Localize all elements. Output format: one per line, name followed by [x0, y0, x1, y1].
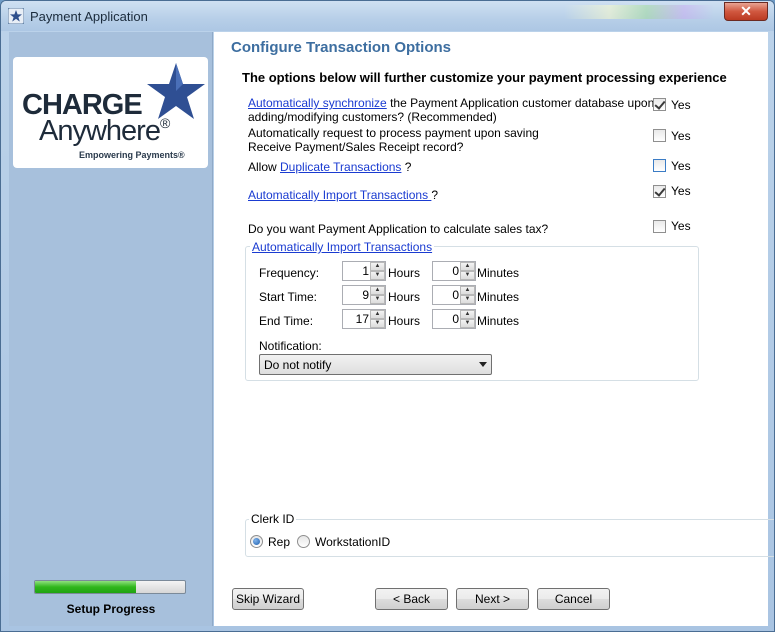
- window-title: Payment Application: [30, 9, 148, 24]
- import-option-text: Automatically Import Transactions ?: [248, 188, 438, 202]
- import-checkbox[interactable]: [653, 185, 666, 198]
- autopay-option-text: Automatically request to process payment…: [248, 126, 539, 154]
- logo-tagline: Empowering Payments®: [79, 150, 185, 160]
- duplicate-suffix: ?: [401, 160, 412, 174]
- frequency-minutes-stepper[interactable]: 0 ▲ ▼: [432, 261, 476, 281]
- notification-select[interactable]: Do not notify: [259, 354, 492, 375]
- frequency-minutes-unit: Minutes: [477, 266, 520, 280]
- main-panel: Configure Transaction Options The option…: [214, 32, 774, 626]
- logo-anywhere-word: Anywhere: [39, 115, 161, 147]
- import-group-legend[interactable]: Automatically Import Transactions: [250, 240, 435, 254]
- setup-progress-bar: [34, 580, 186, 594]
- title-bar[interactable]: Payment Application ✕: [1, 1, 774, 31]
- end-minutes-unit: Minutes: [477, 314, 520, 328]
- notification-label: Notification:: [259, 339, 322, 353]
- spin-down-icon[interactable]: ▼: [460, 271, 475, 280]
- spin-up-icon[interactable]: ▲: [370, 310, 385, 319]
- setup-progress-label: Setup Progress: [66, 602, 156, 616]
- close-button[interactable]: ✕: [724, 2, 768, 21]
- logo-star-icon: [147, 63, 205, 119]
- page-subtitle: The options below will further customize…: [242, 70, 727, 85]
- duplicate-transactions-link[interactable]: Duplicate Transactions: [280, 160, 401, 174]
- import-yes-label: Yes: [671, 184, 691, 198]
- charge-anywhere-logo: CHARGE Anywhere® Empowering Payments®: [13, 57, 208, 168]
- end-minutes-stepper[interactable]: 0 ▲ ▼: [432, 309, 476, 329]
- spin-up-icon[interactable]: ▲: [370, 262, 385, 271]
- logo-registered-mark: ®: [159, 115, 170, 131]
- spin-up-icon[interactable]: ▲: [460, 310, 475, 319]
- import-suffix: ?: [431, 188, 439, 202]
- app-window: Payment Application ✕ CHARGE Anywhere® E…: [0, 0, 775, 632]
- rep-radio-label: Rep: [268, 535, 291, 549]
- end-hours-value: 17: [355, 312, 369, 326]
- start-hours-value: 9: [362, 288, 369, 302]
- end-hours-stepper[interactable]: 17 ▲ ▼: [342, 309, 386, 329]
- frequency-hours-stepper[interactable]: 1 ▲ ▼: [342, 261, 386, 281]
- frequency-minutes-value: 0: [452, 264, 459, 278]
- sync-option-line2: adding/modifying customers? (Recommended…: [248, 110, 497, 124]
- start-hours-unit: Hours: [388, 290, 421, 304]
- spin-up-icon[interactable]: ▲: [370, 286, 385, 295]
- spin-down-icon[interactable]: ▼: [460, 319, 475, 328]
- start-time-label: Start Time:: [259, 290, 318, 304]
- duplicate-prefix: Allow: [248, 160, 281, 174]
- auto-import-link[interactable]: Automatically Import Transactions: [248, 188, 431, 202]
- autopay-option-line1: Automatically request to process payment…: [248, 126, 539, 140]
- autopay-option-line2: Receive Payment/Sales Receipt record?: [248, 140, 464, 154]
- notification-value: Do not notify: [264, 358, 332, 372]
- duplicate-yes-label: Yes: [671, 159, 691, 173]
- spin-down-icon[interactable]: ▼: [370, 319, 385, 328]
- page-title: Configure Transaction Options: [231, 39, 452, 56]
- chevron-down-icon: [479, 362, 487, 367]
- start-minutes-value: 0: [452, 288, 459, 302]
- frequency-hours-unit: Hours: [388, 266, 421, 280]
- frequency-label: Frequency:: [259, 266, 320, 280]
- workstation-radio-label: WorkstationID: [315, 535, 391, 549]
- sync-option-text: Automatically synchronize the Payment Ap…: [248, 96, 654, 124]
- clerk-id-legend: Clerk ID: [249, 512, 297, 526]
- app-star-icon: [8, 8, 24, 24]
- auto-sync-link[interactable]: Automatically synchronize: [248, 96, 387, 110]
- setup-progress-fill: [35, 581, 136, 593]
- spin-up-icon[interactable]: ▲: [460, 286, 475, 295]
- sidebar: CHARGE Anywhere® Empowering Payments® Se…: [9, 32, 213, 626]
- end-minutes-value: 0: [452, 312, 459, 326]
- workstation-radio[interactable]: [297, 535, 310, 548]
- spin-up-icon[interactable]: ▲: [460, 262, 475, 271]
- salestax-checkbox[interactable]: [653, 220, 666, 233]
- next-button[interactable]: Next >: [456, 588, 529, 610]
- end-hours-unit: Hours: [388, 314, 421, 328]
- salestax-option-text: Do you want Payment Application to calcu…: [248, 222, 549, 236]
- back-button[interactable]: < Back: [375, 588, 448, 610]
- duplicate-option-text: Allow Duplicate Transactions ?: [248, 160, 411, 174]
- sync-checkbox[interactable]: [653, 98, 666, 111]
- frequency-hours-value: 1: [362, 264, 369, 278]
- autopay-checkbox[interactable]: [653, 129, 666, 142]
- start-minutes-stepper[interactable]: 0 ▲ ▼: [432, 285, 476, 305]
- spin-down-icon[interactable]: ▼: [370, 271, 385, 280]
- spin-down-icon[interactable]: ▼: [370, 295, 385, 304]
- skip-wizard-button[interactable]: Skip Wizard: [232, 588, 304, 610]
- sync-option-line1: the Payment Application customer databas…: [386, 96, 655, 110]
- start-hours-stepper[interactable]: 9 ▲ ▼: [342, 285, 386, 305]
- cancel-button[interactable]: Cancel: [537, 588, 610, 610]
- logo-anywhere-text: Anywhere®: [39, 115, 170, 148]
- spin-down-icon[interactable]: ▼: [460, 295, 475, 304]
- salestax-yes-label: Yes: [671, 219, 691, 233]
- autopay-yes-label: Yes: [671, 129, 691, 143]
- titlebar-decoration: [564, 5, 714, 19]
- rep-radio[interactable]: [250, 535, 263, 548]
- start-minutes-unit: Minutes: [477, 290, 520, 304]
- duplicate-checkbox[interactable]: [653, 159, 666, 172]
- sync-yes-label: Yes: [671, 98, 691, 112]
- end-time-label: End Time:: [259, 314, 314, 328]
